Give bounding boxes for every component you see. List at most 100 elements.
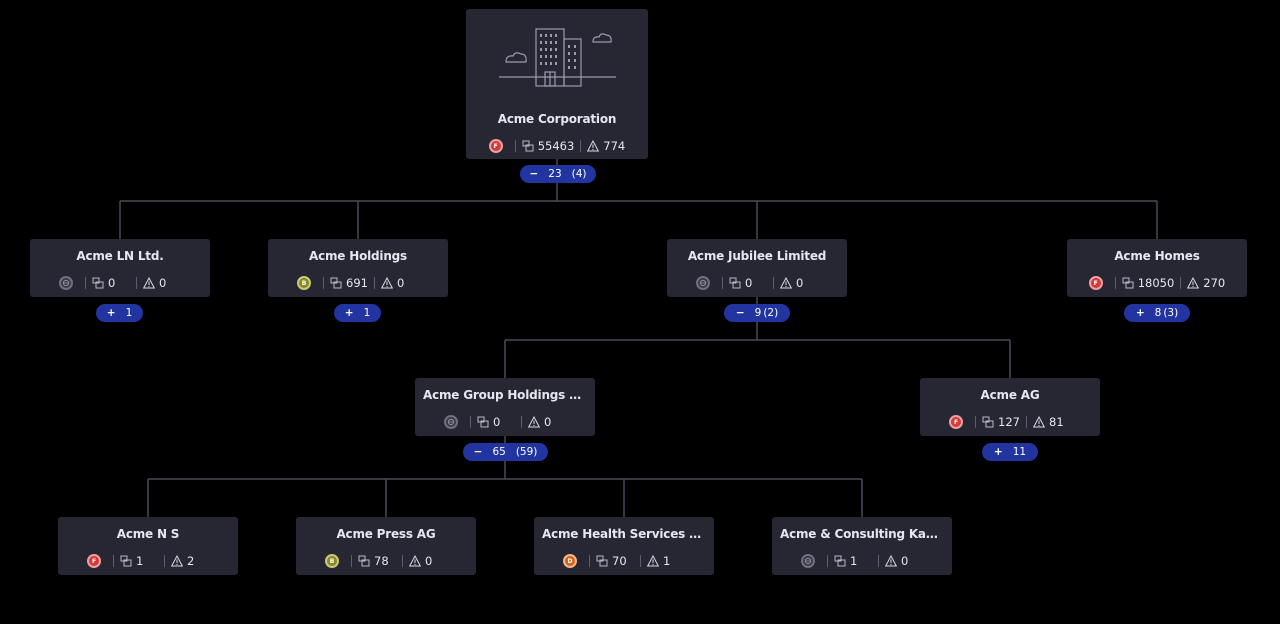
issue-count: 0 bbox=[544, 415, 552, 429]
divider bbox=[773, 277, 774, 289]
asset-count: 70 bbox=[612, 554, 627, 568]
child-count: 1 bbox=[125, 307, 133, 319]
divider bbox=[827, 555, 828, 567]
expand-toggle-acme-holdings[interactable]: + 1 bbox=[334, 304, 381, 322]
grade-none-badge bbox=[59, 276, 73, 290]
divider bbox=[640, 555, 641, 567]
warning-icon bbox=[885, 555, 897, 567]
warning-icon bbox=[381, 277, 393, 289]
expand-icon: + bbox=[344, 307, 354, 319]
expand-toggle-acme-jubilee-limited[interactable]: − 9 (2) bbox=[724, 304, 790, 322]
divider bbox=[975, 416, 976, 428]
assets-icon bbox=[330, 277, 342, 289]
issue-count: 0 bbox=[425, 554, 433, 568]
asset-count: 55463 bbox=[537, 139, 575, 153]
grade-b-badge: B bbox=[325, 554, 339, 568]
grade-b-badge: B bbox=[297, 276, 311, 290]
org-node-acme-n-s[interactable]: Acme N S F 1 2 bbox=[58, 517, 238, 575]
node-name: Acme Corporation bbox=[497, 112, 617, 126]
node-name: Acme LN Ltd. bbox=[76, 249, 164, 263]
assets-icon bbox=[834, 555, 846, 567]
divider bbox=[136, 277, 137, 289]
descendant-count: (3) bbox=[1163, 307, 1179, 319]
assets-icon bbox=[92, 277, 104, 289]
expand-toggle-acme-ag[interactable]: + 11 bbox=[982, 443, 1038, 461]
node-name: Acme Health Services Gmbh bbox=[542, 527, 714, 541]
node-name: Acme Jubilee Limited bbox=[687, 249, 827, 263]
node-name: Acme Holdings bbox=[309, 249, 407, 263]
divider bbox=[1180, 277, 1182, 289]
org-node-acme-press-ag[interactable]: Acme Press AG B 78 0 bbox=[296, 517, 476, 575]
grade-f-badge: F bbox=[87, 554, 101, 568]
node-name: Acme & Consulting Kant... bbox=[780, 527, 952, 541]
asset-count: 0 bbox=[493, 415, 501, 429]
org-node-acme-health-services[interactable]: Acme Health Services Gmbh D 70 1 bbox=[534, 517, 714, 575]
divider bbox=[521, 416, 522, 428]
node-name: Acme Homes bbox=[1114, 249, 1200, 263]
warning-icon bbox=[143, 277, 155, 289]
assets-icon bbox=[596, 555, 608, 567]
collapse-icon: − bbox=[529, 168, 539, 180]
asset-count: 127 bbox=[998, 415, 1020, 429]
child-count: 11 bbox=[1012, 446, 1027, 458]
asset-count: 1 bbox=[850, 554, 858, 568]
grade-f-badge: F bbox=[1088, 276, 1103, 290]
org-node-acme-homes[interactable]: Acme Homes F 18050 270 bbox=[1067, 239, 1247, 297]
divider bbox=[722, 277, 723, 289]
expand-toggle-acme-ln-ltd[interactable]: + 1 bbox=[96, 304, 143, 322]
asset-count: 691 bbox=[346, 276, 368, 290]
warning-icon bbox=[171, 555, 183, 567]
issue-count: 81 bbox=[1049, 415, 1064, 429]
expand-toggle-acme-group-holdings[interactable]: − 65 (59) bbox=[463, 443, 548, 461]
grade-d-badge: D bbox=[563, 554, 577, 568]
node-name: Acme Press AG bbox=[336, 527, 436, 541]
descendant-count: (59) bbox=[515, 446, 538, 458]
grade-f-badge: F bbox=[949, 415, 963, 429]
org-node-acme-corporation[interactable]: Acme Corporation F 55463 774 bbox=[466, 9, 648, 159]
org-node-acme-ag[interactable]: Acme AG F 127 81 bbox=[920, 378, 1100, 436]
expand-icon: + bbox=[993, 446, 1003, 458]
org-node-acme-holdings[interactable]: Acme Holdings B 691 0 bbox=[268, 239, 448, 297]
grade-none-badge bbox=[696, 276, 710, 290]
warning-icon bbox=[647, 555, 659, 567]
child-count: 8 bbox=[1154, 307, 1162, 319]
org-node-acme-ln-ltd[interactable]: Acme LN Ltd. 0 0 bbox=[30, 239, 210, 297]
expand-toggle-acme-corporation[interactable]: − 23 (4) bbox=[520, 165, 596, 183]
issue-count: 2 bbox=[187, 554, 195, 568]
expand-toggle-acme-homes[interactable]: + 8 (3) bbox=[1124, 304, 1190, 322]
building-illustration bbox=[466, 9, 648, 105]
divider bbox=[374, 277, 375, 289]
divider bbox=[85, 277, 86, 289]
assets-icon bbox=[729, 277, 741, 289]
assets-icon bbox=[477, 416, 489, 428]
asset-count: 18050 bbox=[1137, 276, 1175, 290]
collapse-icon: − bbox=[473, 446, 483, 458]
divider bbox=[589, 555, 590, 567]
divider bbox=[514, 140, 516, 152]
issue-count: 0 bbox=[397, 276, 405, 290]
divider bbox=[878, 555, 879, 567]
assets-icon bbox=[982, 416, 994, 428]
issue-count: 0 bbox=[901, 554, 909, 568]
expand-icon: + bbox=[106, 307, 116, 319]
divider bbox=[470, 416, 471, 428]
child-count: 23 bbox=[548, 168, 562, 180]
divider bbox=[351, 555, 352, 567]
org-node-acme-jubilee-limited[interactable]: Acme Jubilee Limited 0 0 bbox=[667, 239, 847, 297]
org-node-acme-consulting[interactable]: Acme & Consulting Kant... 1 0 bbox=[772, 517, 952, 575]
asset-count: 0 bbox=[108, 276, 116, 290]
descendant-count: (2) bbox=[763, 307, 779, 319]
assets-icon bbox=[522, 140, 534, 152]
asset-count: 78 bbox=[374, 554, 389, 568]
issue-count: 0 bbox=[159, 276, 167, 290]
issue-count: 1 bbox=[663, 554, 671, 568]
divider bbox=[1026, 416, 1027, 428]
warning-icon bbox=[528, 416, 540, 428]
org-node-acme-group-holdings[interactable]: Acme Group Holdings Li... 0 0 bbox=[415, 378, 595, 436]
descendant-count: (4) bbox=[571, 168, 587, 180]
divider bbox=[323, 277, 324, 289]
asset-count: 1 bbox=[136, 554, 144, 568]
warning-icon bbox=[1187, 277, 1200, 289]
collapse-icon: − bbox=[735, 307, 745, 319]
node-name: Acme Group Holdings Li... bbox=[423, 388, 594, 402]
